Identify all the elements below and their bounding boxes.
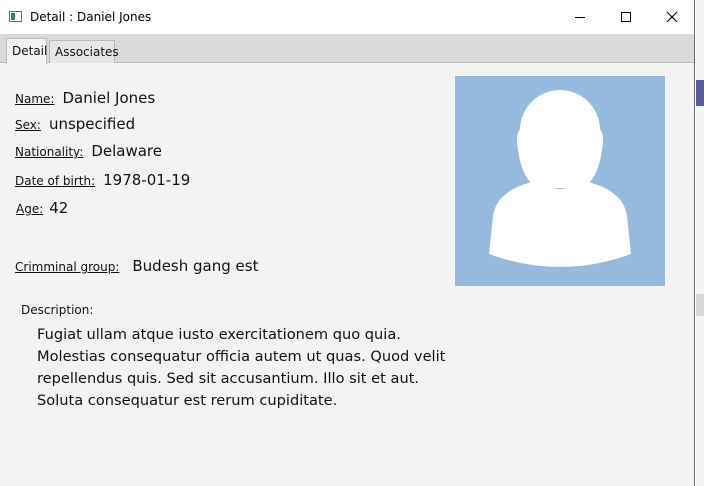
- title-bar[interactable]: Detail : Daniel Jones: [0, 0, 694, 34]
- dob-label: Date of birth:: [15, 174, 96, 188]
- background-accent: [696, 80, 704, 106]
- background-window: [696, 0, 704, 486]
- sex-field: Sex: unspecified: [15, 115, 135, 133]
- name-field: Name: Daniel Jones: [15, 89, 155, 107]
- tab-bar: Detail Associates: [0, 34, 694, 64]
- minimize-button[interactable]: [557, 0, 603, 34]
- name-label: Name:: [15, 92, 55, 106]
- group-label: Crimminal group:: [15, 260, 120, 274]
- close-button[interactable]: [649, 0, 695, 34]
- nationality-field: Nationality: Delaware: [15, 142, 162, 160]
- detail-window: Detail : Daniel Jones Detail Associates …: [0, 0, 695, 486]
- description-text: Fugiat ullam atque iusto exercitationem …: [37, 326, 446, 409]
- group-value: Budesh gang est: [132, 257, 259, 275]
- description-label: Description:: [21, 303, 94, 317]
- dob-field: Date of birth: 1978-01-19: [15, 171, 190, 189]
- age-value: 42: [49, 199, 69, 217]
- dob-value: 1978-01-19: [103, 171, 191, 189]
- sex-label: Sex:: [15, 118, 41, 132]
- person-placeholder-icon: [489, 90, 631, 267]
- name-value: Daniel Jones: [62, 89, 156, 107]
- window-title: Detail : Daniel Jones: [30, 10, 152, 24]
- background-row: [696, 294, 704, 316]
- maximize-icon: [621, 12, 631, 22]
- sex-value: unspecified: [48, 115, 136, 133]
- minimize-icon: [575, 17, 585, 18]
- nationality-label: Nationality:: [15, 145, 84, 159]
- nationality-value: Delaware: [91, 142, 162, 160]
- app-icon: [9, 11, 22, 22]
- group-field: Crimminal group: Budesh gang est: [15, 257, 258, 275]
- age-label: Age:: [16, 202, 44, 216]
- age-field: Age: 42: [16, 199, 68, 217]
- tab-associates[interactable]: Associates: [49, 40, 119, 63]
- close-icon: [666, 11, 678, 23]
- maximize-button[interactable]: [603, 0, 649, 34]
- tab-detail[interactable]: Detail: [6, 38, 47, 64]
- avatar: [455, 76, 665, 286]
